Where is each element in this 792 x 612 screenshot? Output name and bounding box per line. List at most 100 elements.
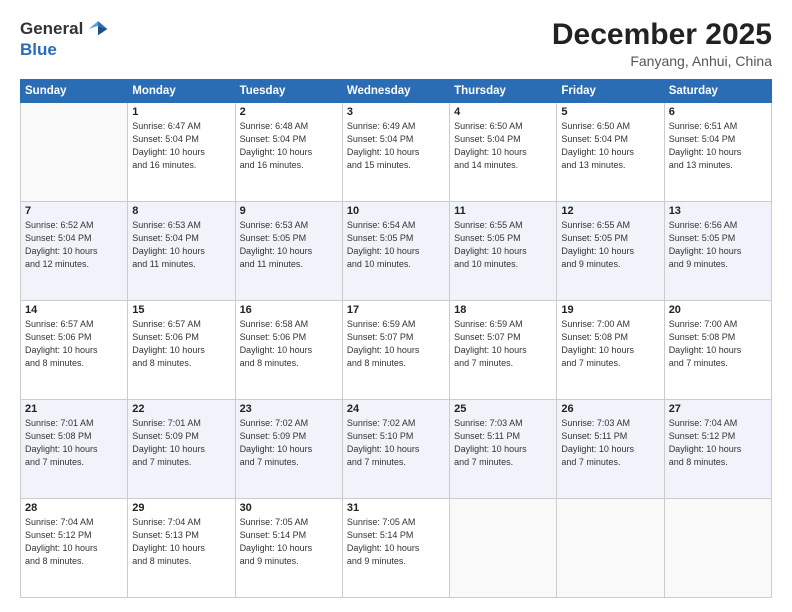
table-row: 23 Sunrise: 7:02 AMSunset: 5:09 PMDayligh… (235, 400, 342, 499)
day-info: Sunrise: 7:01 AMSunset: 5:09 PMDaylight:… (132, 417, 230, 469)
table-row: 29Sunrise: 7:04 AMSunset: 5:13 PMDayligh… (128, 499, 235, 598)
logo-general-text: General (20, 19, 83, 39)
day-number: 30 (240, 502, 338, 514)
day-number: 18 (454, 304, 552, 316)
day-number: 20 (669, 304, 767, 316)
table-row: 26 Sunrise: 7:03 AMSunset: 5:11 PMDayligh… (557, 400, 664, 499)
table-row (557, 499, 664, 598)
day-number: 25 (454, 403, 552, 415)
table-row: 11 Sunrise: 6:55 AMSunset: 5:05 PMDayligh… (450, 202, 557, 301)
table-row: 13 Sunrise: 6:56 AMSunset: 5:05 PMDayligh… (664, 202, 771, 301)
table-row: 24Sunrise: 7:02 AMSunset: 5:10 PMDayligh… (342, 400, 449, 499)
day-number: 6 (669, 106, 767, 118)
day-info: Sunrise: 7:04 AMSunset: 5:12 PMDaylight:… (669, 417, 767, 469)
day-info: Sunrise: 7:02 AMSunset: 5:09 PMDaylight:… (240, 417, 338, 469)
day-info: Sunrise: 7:03 AMSunset: 5:11 PMDaylight:… (454, 417, 552, 469)
day-number: 1 (132, 106, 230, 118)
day-info: Sunrise: 6:56 AMSunset: 5:05 PMDaylight:… (669, 219, 767, 271)
day-number: 19 (561, 304, 659, 316)
table-row: 18 Sunrise: 6:59 AMSunset: 5:07 PMDayligh… (450, 301, 557, 400)
calendar-week-row: 28 Sunrise: 7:04 AMSunset: 5:12 PMDayligh… (21, 499, 772, 598)
day-info: Sunrise: 6:58 AMSunset: 5:06 PMDaylight:… (240, 318, 338, 370)
day-number: 28 (25, 502, 123, 514)
day-info: Sunrise: 7:04 AMSunset: 5:12 PMDaylight:… (25, 516, 123, 568)
table-row: 7 Sunrise: 6:52 AMSunset: 5:04 PMDaylight… (21, 202, 128, 301)
day-info: Sunrise: 7:00 AMSunset: 5:08 PMDaylight:… (669, 318, 767, 370)
day-number: 4 (454, 106, 552, 118)
day-info: Sunrise: 6:52 AMSunset: 5:04 PMDaylight:… (25, 219, 123, 271)
day-info: Sunrise: 6:59 AMSunset: 5:07 PMDaylight:… (347, 318, 445, 370)
table-row: 10Sunrise: 6:54 AMSunset: 5:05 PMDayligh… (342, 202, 449, 301)
day-number: 17 (347, 304, 445, 316)
day-number: 8 (132, 205, 230, 217)
day-number: 27 (669, 403, 767, 415)
table-row: 6 Sunrise: 6:51 AMSunset: 5:04 PMDaylight… (664, 103, 771, 202)
header: General Blue December 2025 Fanyang, Anhu… (20, 18, 772, 69)
title-block: December 2025 Fanyang, Anhui, China (552, 18, 772, 69)
calendar-week-row: 7 Sunrise: 6:52 AMSunset: 5:04 PMDaylight… (21, 202, 772, 301)
day-info: Sunrise: 6:59 AMSunset: 5:07 PMDaylight:… (454, 318, 552, 370)
col-monday: Monday (128, 80, 235, 103)
table-row: 20 Sunrise: 7:00 AMSunset: 5:08 PMDayligh… (664, 301, 771, 400)
day-number: 3 (347, 106, 445, 118)
table-row: 3 Sunrise: 6:49 AMSunset: 5:04 PMDaylight… (342, 103, 449, 202)
table-row: 5Sunrise: 6:50 AMSunset: 5:04 PMDaylight… (557, 103, 664, 202)
table-row: 27 Sunrise: 7:04 AMSunset: 5:12 PMDayligh… (664, 400, 771, 499)
col-thursday: Thursday (450, 80, 557, 103)
day-number: 31 (347, 502, 445, 514)
col-saturday: Saturday (664, 80, 771, 103)
day-number: 12 (561, 205, 659, 217)
table-row: 22 Sunrise: 7:01 AMSunset: 5:09 PMDayligh… (128, 400, 235, 499)
calendar-week-row: 1Sunrise: 6:47 AMSunset: 5:04 PMDaylight… (21, 103, 772, 202)
day-number: 15 (132, 304, 230, 316)
day-info: Sunrise: 6:53 AMSunset: 5:04 PMDaylight:… (132, 219, 230, 271)
day-info: Sunrise: 6:48 AMSunset: 5:04 PMDaylight:… (240, 120, 338, 172)
day-info: Sunrise: 6:50 AMSunset: 5:04 PMDaylight:… (561, 120, 659, 172)
day-info: Sunrise: 6:49 AMSunset: 5:04 PMDaylight:… (347, 120, 445, 172)
logo-blue-text: Blue (20, 40, 57, 59)
table-row: 21 Sunrise: 7:01 AMSunset: 5:08 PMDayligh… (21, 400, 128, 499)
day-info: Sunrise: 6:57 AMSunset: 5:06 PMDaylight:… (25, 318, 123, 370)
day-number: 2 (240, 106, 338, 118)
day-info: Sunrise: 7:05 AMSunset: 5:14 PMDaylight:… (240, 516, 338, 568)
table-row (450, 499, 557, 598)
table-row: 15Sunrise: 6:57 AMSunset: 5:06 PMDayligh… (128, 301, 235, 400)
table-row (21, 103, 128, 202)
day-number: 21 (25, 403, 123, 415)
table-row: 8 Sunrise: 6:53 AMSunset: 5:04 PMDaylight… (128, 202, 235, 301)
day-number: 14 (25, 304, 123, 316)
day-number: 24 (347, 403, 445, 415)
day-info: Sunrise: 7:01 AMSunset: 5:08 PMDaylight:… (25, 417, 123, 469)
logo: General Blue (20, 18, 109, 60)
col-sunday: Sunday (21, 80, 128, 103)
day-number: 22 (132, 403, 230, 415)
table-row: 25 Sunrise: 7:03 AMSunset: 5:11 PMDayligh… (450, 400, 557, 499)
day-info: Sunrise: 7:03 AMSunset: 5:11 PMDaylight:… (561, 417, 659, 469)
day-info: Sunrise: 6:55 AMSunset: 5:05 PMDaylight:… (561, 219, 659, 271)
table-row: 28 Sunrise: 7:04 AMSunset: 5:12 PMDayligh… (21, 499, 128, 598)
day-info: Sunrise: 6:51 AMSunset: 5:04 PMDaylight:… (669, 120, 767, 172)
day-number: 26 (561, 403, 659, 415)
table-row: 1Sunrise: 6:47 AMSunset: 5:04 PMDaylight… (128, 103, 235, 202)
day-number: 16 (240, 304, 338, 316)
table-row: 14 Sunrise: 6:57 AMSunset: 5:06 PMDayligh… (21, 301, 128, 400)
day-number: 13 (669, 205, 767, 217)
day-info: Sunrise: 6:55 AMSunset: 5:05 PMDaylight:… (454, 219, 552, 271)
table-row: 31 Sunrise: 7:05 AMSunset: 5:14 PMDayligh… (342, 499, 449, 598)
table-row: 17 Sunrise: 6:59 AMSunset: 5:07 PMDayligh… (342, 301, 449, 400)
table-row: 9Sunrise: 6:53 AMSunset: 5:05 PMDaylight… (235, 202, 342, 301)
day-info: Sunrise: 6:50 AMSunset: 5:04 PMDaylight:… (454, 120, 552, 172)
day-info: Sunrise: 6:53 AMSunset: 5:05 PMDaylight:… (240, 219, 338, 271)
day-number: 7 (25, 205, 123, 217)
day-info: Sunrise: 7:05 AMSunset: 5:14 PMDaylight:… (347, 516, 445, 568)
col-friday: Friday (557, 80, 664, 103)
calendar-table: Sunday Monday Tuesday Wednesday Thursday… (20, 79, 772, 598)
col-tuesday: Tuesday (235, 80, 342, 103)
day-number: 11 (454, 205, 552, 217)
logo-bird-icon (87, 18, 109, 40)
day-info: Sunrise: 7:04 AMSunset: 5:13 PMDaylight:… (132, 516, 230, 568)
table-row: 2 Sunrise: 6:48 AMSunset: 5:04 PMDaylight… (235, 103, 342, 202)
day-number: 23 (240, 403, 338, 415)
page: General Blue December 2025 Fanyang, Anhu… (0, 0, 792, 612)
calendar-header-row: Sunday Monday Tuesday Wednesday Thursday… (21, 80, 772, 103)
